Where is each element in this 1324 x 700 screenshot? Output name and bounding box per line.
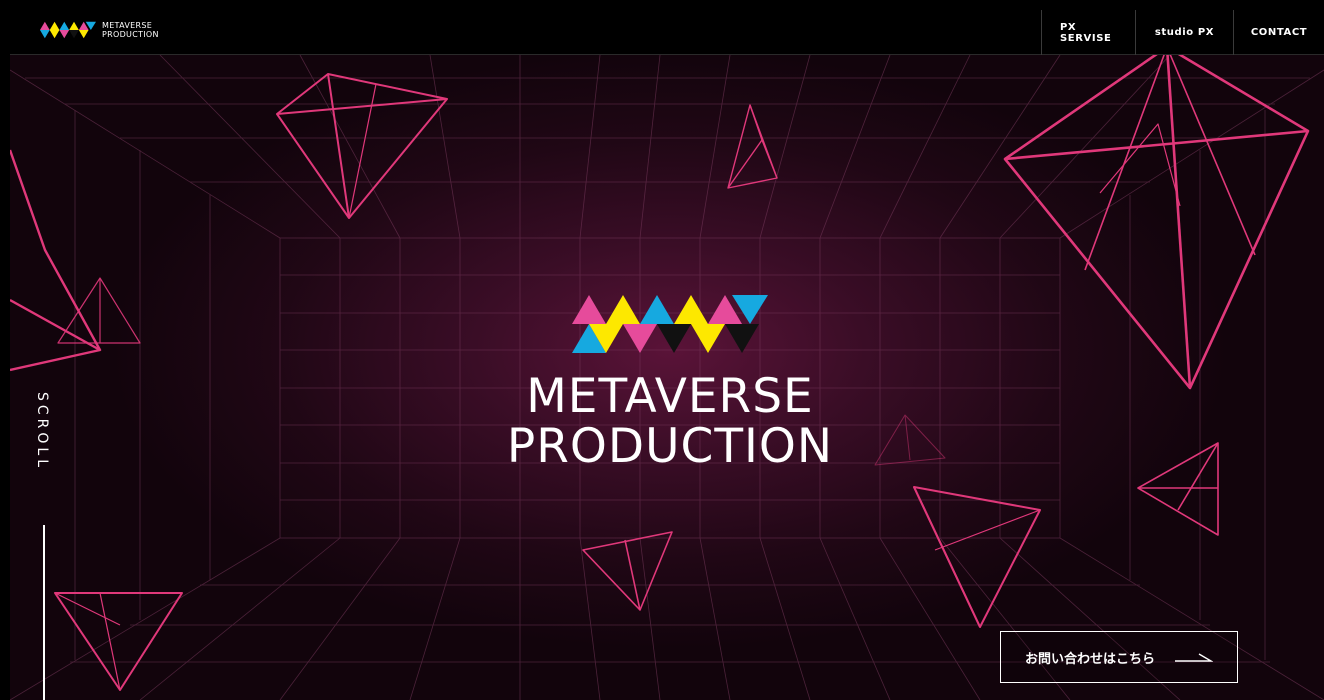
hero-triangle-logo-icon bbox=[572, 295, 768, 353]
nav-studio-px[interactable]: studio PX bbox=[1135, 10, 1233, 55]
nav-px-servise[interactable]: PX SERVISE bbox=[1041, 10, 1135, 55]
wireframe-pyramid-icon bbox=[54, 592, 183, 691]
wireframe-pyramid-icon bbox=[727, 104, 778, 189]
background-graphics bbox=[10, 45, 1324, 700]
triangle-logo-icon bbox=[40, 21, 96, 39]
hero-title: METAVERSE PRODUCTION bbox=[490, 372, 850, 472]
wireframe-pyramid-icon bbox=[874, 414, 946, 466]
wireframe-pyramid-icon bbox=[10, 149, 102, 372]
scroll-line bbox=[43, 525, 45, 700]
site-header: METAVERSE PRODUCTION PX SERVISE studio P… bbox=[10, 10, 1324, 55]
contact-cta-label: お問い合わせはこちら bbox=[1024, 651, 1155, 667]
hero-title-line2: PRODUCTION bbox=[506, 419, 834, 474]
nav-contact[interactable]: CONTACT bbox=[1233, 10, 1324, 55]
header-logo-text: METAVERSE PRODUCTION bbox=[102, 21, 159, 39]
wireframe-pyramid-icon bbox=[1003, 45, 1310, 390]
page-frame: METAVERSE PRODUCTION PX SERVISE studio P… bbox=[10, 10, 1324, 700]
logo-text-line1: METAVERSE bbox=[102, 21, 153, 30]
wireframe-pyramid-icon bbox=[276, 73, 448, 219]
contact-cta-button[interactable]: お問い合わせはこちら bbox=[1000, 631, 1238, 683]
scroll-label: SCROLL bbox=[34, 392, 50, 472]
wireframe-pyramid-icon bbox=[1137, 442, 1219, 536]
wireframe-pyramid-icon bbox=[582, 531, 673, 611]
main-nav: PX SERVISE studio PX CONTACT bbox=[1041, 10, 1324, 55]
hero-title-line1: METAVERSE bbox=[526, 369, 814, 424]
header-logo[interactable]: METAVERSE PRODUCTION bbox=[40, 21, 159, 39]
logo-text-line2: PRODUCTION bbox=[102, 30, 159, 39]
long-arrow-right-icon bbox=[1175, 653, 1213, 662]
